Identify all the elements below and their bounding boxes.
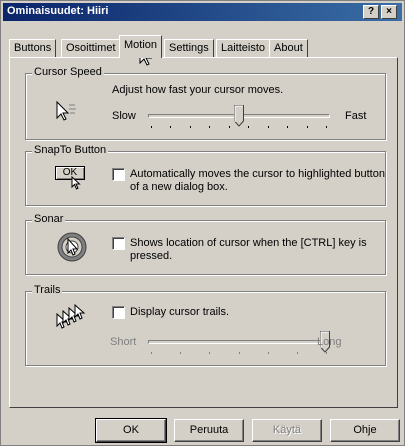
help-dialog-button[interactable]: Ohje <box>330 419 400 442</box>
tab-buttons[interactable]: Buttons <box>9 39 57 57</box>
sonar-text-line1: Shows location of cursor when the [CTRL]… <box>130 237 367 249</box>
sonar-checkbox[interactable] <box>112 237 125 250</box>
trails-group: Trails Display cursor trails. Short Long <box>25 284 386 366</box>
sonar-icon <box>57 232 87 262</box>
tab-osoittimet[interactable]: Osoittimet <box>61 39 121 57</box>
ok-button[interactable]: OK <box>95 418 167 443</box>
help-button[interactable]: ? <box>363 5 379 19</box>
slow-label: Slow <box>112 110 136 122</box>
trails-track <box>148 340 330 344</box>
short-label: Short <box>110 336 137 348</box>
tab-about[interactable]: About <box>269 39 308 57</box>
sonar-legend: Sonar <box>32 213 66 225</box>
title-bar[interactable]: Ominaisuudet: Hiiri ? × <box>3 3 402 21</box>
snapto-group: SnapTo Button OK Automatically moves the… <box>25 144 386 206</box>
trails-text: Display cursor trails. <box>130 306 230 318</box>
fast-label: Fast <box>345 110 367 122</box>
apply-button[interactable]: Käytä <box>252 419 322 442</box>
sonar-group: Sonar Shows location of cursor when the … <box>25 213 386 275</box>
cursor-speed-group: Cursor Speed Adjust how fast your cursor… <box>25 66 386 140</box>
trails-ticks <box>151 352 327 355</box>
cancel-button[interactable]: Peruuta <box>174 419 244 442</box>
tab-settings[interactable]: Settings <box>164 39 214 57</box>
cursor-speed-icon <box>56 100 76 121</box>
trails-checkbox[interactable] <box>112 306 125 319</box>
long-label: Long <box>317 336 342 348</box>
trails-legend: Trails <box>32 284 63 296</box>
snapto-legend: SnapTo Button <box>32 144 109 156</box>
cursor-speed-legend: Cursor Speed <box>32 66 104 78</box>
tab-motion[interactable]: Motion <box>119 35 163 58</box>
mouse-properties-dialog: Ominaisuudet: Hiiri ? × Buttons Osoittim… <box>0 0 405 446</box>
cursor-trails-icon <box>56 304 86 329</box>
tab-laitteisto[interactable]: Laitteisto <box>216 39 271 57</box>
window-title: Ominaisuudet: Hiiri <box>7 5 109 17</box>
snapto-pointer-icon <box>71 176 81 190</box>
close-button[interactable]: × <box>381 5 397 19</box>
cursor-speed-description: Adjust how fast your cursor moves. <box>112 84 284 96</box>
snapto-text-line2: of a new dialog box. <box>130 181 228 193</box>
snapto-checkbox[interactable] <box>112 168 125 181</box>
sonar-text-line2: pressed. <box>130 250 173 262</box>
cursor-speed-slider-thumb[interactable] <box>234 105 244 127</box>
snapto-text-line1: Automatically moves the cursor to highli… <box>130 168 385 180</box>
